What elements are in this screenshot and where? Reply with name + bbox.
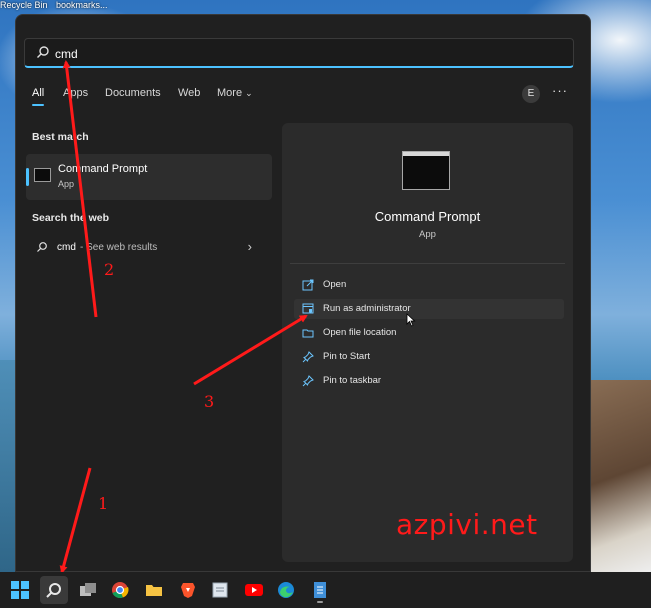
best-match-name: Command Prompt bbox=[58, 163, 148, 175]
brave-icon[interactable] bbox=[174, 576, 202, 604]
action-pin-to-start-label: Pin to Start bbox=[323, 351, 370, 362]
tab-web[interactable]: Web bbox=[178, 87, 200, 99]
detail-divider bbox=[290, 263, 565, 264]
tab-more-label: More bbox=[217, 87, 243, 99]
action-open-label: Open bbox=[323, 279, 347, 290]
annotation-step-3: 3 bbox=[204, 392, 215, 411]
action-pin-to-taskbar[interactable]: Pin to taskbar bbox=[294, 371, 564, 391]
more-options-icon[interactable]: ··· bbox=[552, 83, 568, 98]
desktop-cliff bbox=[581, 380, 651, 572]
tab-all[interactable]: All bbox=[32, 87, 44, 99]
search-bar[interactable] bbox=[24, 38, 574, 68]
pin-icon bbox=[302, 351, 314, 363]
taskbar bbox=[0, 572, 651, 608]
action-open-file-location-label: Open file location bbox=[323, 327, 397, 338]
file-explorer-icon[interactable] bbox=[140, 576, 168, 604]
action-open-file-location[interactable]: Open file location bbox=[294, 323, 564, 343]
best-match-heading: Best match bbox=[32, 131, 89, 143]
action-pin-to-taskbar-label: Pin to taskbar bbox=[323, 375, 382, 386]
detail-panel: Command Prompt App Open Run as administr… bbox=[282, 123, 573, 562]
annotation-step-1: 1 bbox=[98, 494, 109, 513]
action-pin-to-start[interactable]: Pin to Start bbox=[294, 347, 564, 367]
detail-app-type: App bbox=[419, 229, 436, 240]
search-icon[interactable] bbox=[40, 576, 68, 604]
chrome-icon[interactable] bbox=[106, 576, 134, 604]
edge-icon[interactable] bbox=[272, 576, 300, 604]
notepad-blue-icon[interactable] bbox=[306, 576, 334, 604]
web-result-suffix: - See web results bbox=[80, 242, 158, 253]
tab-apps[interactable]: Apps bbox=[63, 87, 88, 99]
action-run-as-administrator[interactable]: Run as administrator bbox=[294, 299, 564, 319]
command-prompt-icon bbox=[34, 168, 51, 182]
selection-accent bbox=[26, 168, 29, 186]
folder-icon bbox=[302, 329, 314, 338]
tab-documents[interactable]: Documents bbox=[105, 87, 161, 99]
task-view-icon[interactable] bbox=[74, 576, 102, 604]
mouse-cursor-icon bbox=[406, 313, 416, 327]
action-run-as-administrator-label: Run as administrator bbox=[323, 303, 411, 314]
search-icon bbox=[37, 46, 49, 58]
desktop-icon-bookmarks[interactable]: bookmarks... bbox=[56, 0, 108, 10]
running-indicator bbox=[317, 601, 323, 603]
web-result-query: cmd bbox=[57, 242, 76, 253]
windows-start-icon[interactable] bbox=[6, 576, 34, 604]
open-external-icon bbox=[302, 279, 314, 291]
notepad-icon[interactable] bbox=[206, 576, 234, 604]
web-result-item[interactable]: cmd - See web results › bbox=[32, 239, 262, 257]
annotation-step-2: 2 bbox=[104, 260, 115, 279]
admin-shield-icon bbox=[302, 303, 314, 314]
user-avatar[interactable]: E bbox=[522, 85, 540, 103]
search-web-heading: Search the web bbox=[32, 212, 110, 224]
chevron-down-icon: ⌄ bbox=[245, 88, 253, 98]
tab-more[interactable]: More ⌄ bbox=[217, 87, 253, 99]
chevron-right-icon: › bbox=[247, 239, 252, 254]
search-icon bbox=[37, 242, 47, 252]
tab-active-indicator bbox=[32, 104, 44, 106]
best-match-item[interactable]: Command Prompt App bbox=[26, 154, 272, 200]
detail-app-name: Command Prompt bbox=[374, 209, 481, 224]
youtube-icon[interactable] bbox=[240, 576, 268, 604]
pin-icon bbox=[302, 375, 314, 387]
desktop-icon-recycle-bin[interactable]: Recycle Bin bbox=[0, 0, 48, 10]
watermark-text: azpivi.net bbox=[396, 508, 538, 541]
command-prompt-icon-large bbox=[402, 151, 450, 190]
best-match-type: App bbox=[58, 179, 75, 189]
action-open[interactable]: Open bbox=[294, 275, 564, 295]
start-menu: All Apps Documents Web More ⌄ E ··· Best… bbox=[15, 14, 591, 572]
search-input[interactable] bbox=[53, 43, 557, 65]
